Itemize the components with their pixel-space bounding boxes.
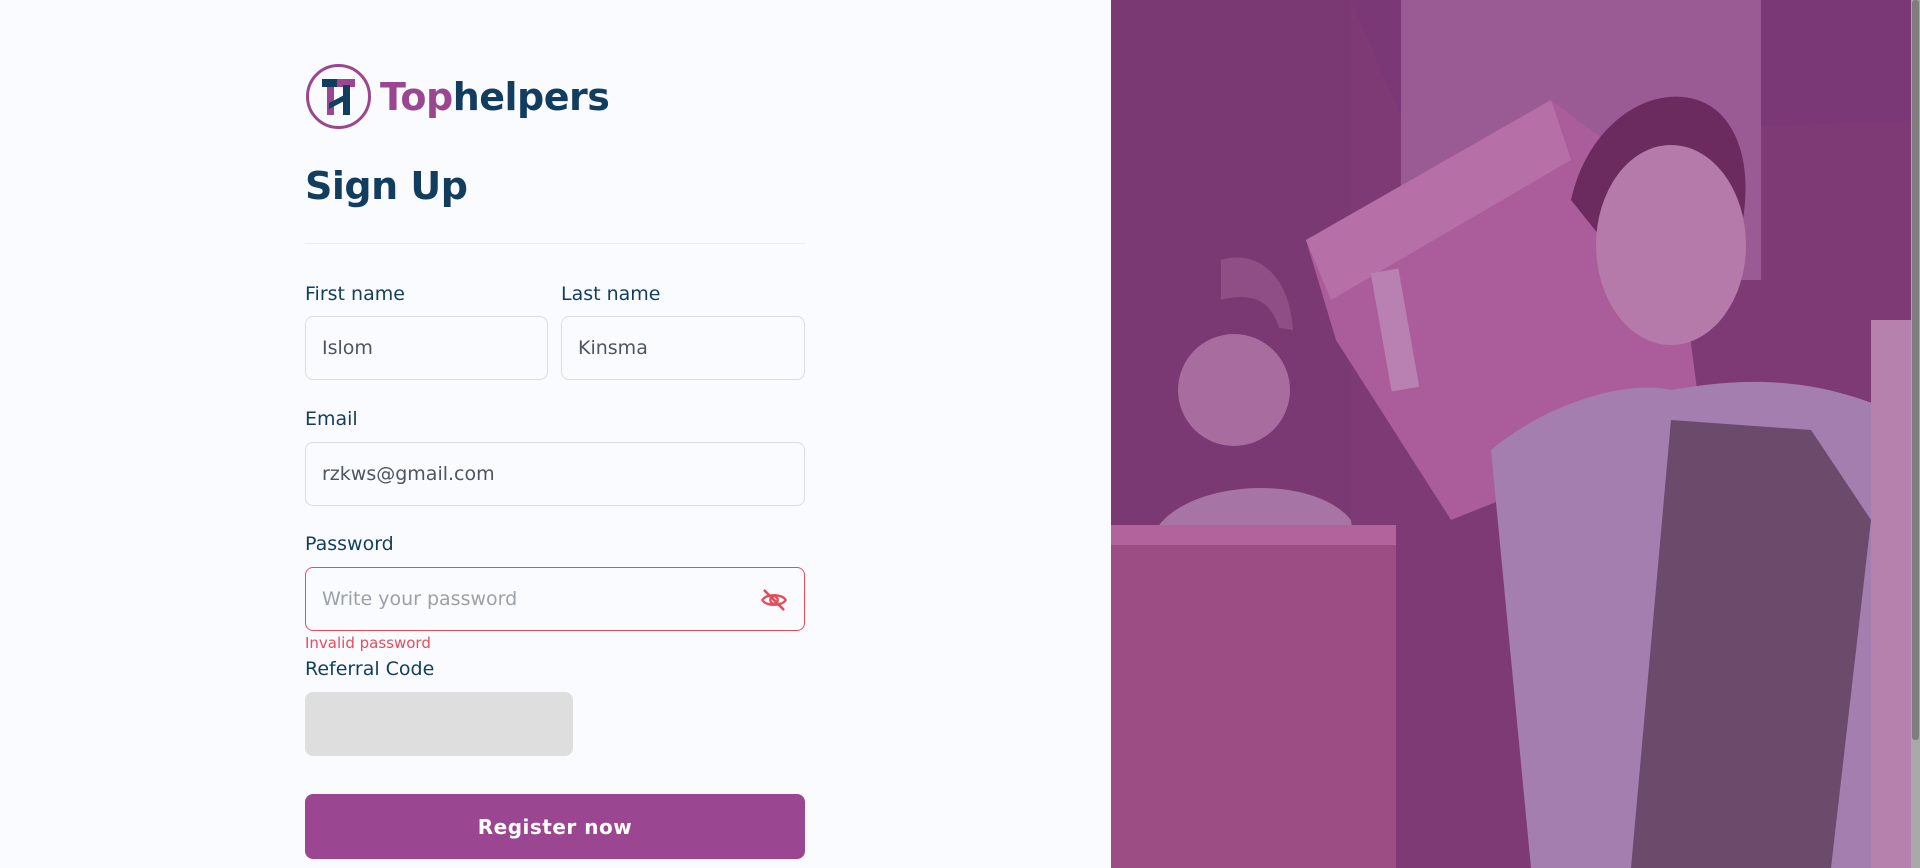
- brand-name-part2: helpers: [452, 74, 610, 119]
- scrollbar[interactable]: [1911, 0, 1920, 868]
- brand-name-part1: Top: [380, 74, 453, 119]
- scrollbar-thumb[interactable]: [1912, 0, 1919, 740]
- email-input[interactable]: [305, 442, 805, 506]
- password-input[interactable]: [305, 567, 805, 631]
- first-name-input[interactable]: [305, 316, 548, 380]
- brand-name: Tophelpers: [380, 74, 610, 119]
- referral-label: Referral Code: [305, 658, 435, 680]
- last-name-label: Last name: [561, 283, 661, 305]
- email-label: Email: [305, 408, 358, 430]
- first-name-label: First name: [305, 283, 405, 305]
- referral-code-input[interactable]: [305, 692, 573, 756]
- register-button[interactable]: Register now: [305, 794, 805, 859]
- movers-illustration: [1111, 0, 1920, 868]
- brand-logo[interactable]: Tophelpers: [305, 63, 610, 130]
- eye-slash-icon[interactable]: [760, 586, 788, 614]
- divider: [305, 243, 805, 244]
- hero-image: [1111, 0, 1920, 868]
- signup-panel: Tophelpers Sign Up First name Last name …: [0, 0, 1111, 868]
- logo-mark-icon: [306, 64, 371, 129]
- last-name-input[interactable]: [561, 316, 805, 380]
- password-error: Invalid password: [305, 634, 431, 652]
- password-label: Password: [305, 533, 394, 555]
- page-title: Sign Up: [305, 164, 468, 208]
